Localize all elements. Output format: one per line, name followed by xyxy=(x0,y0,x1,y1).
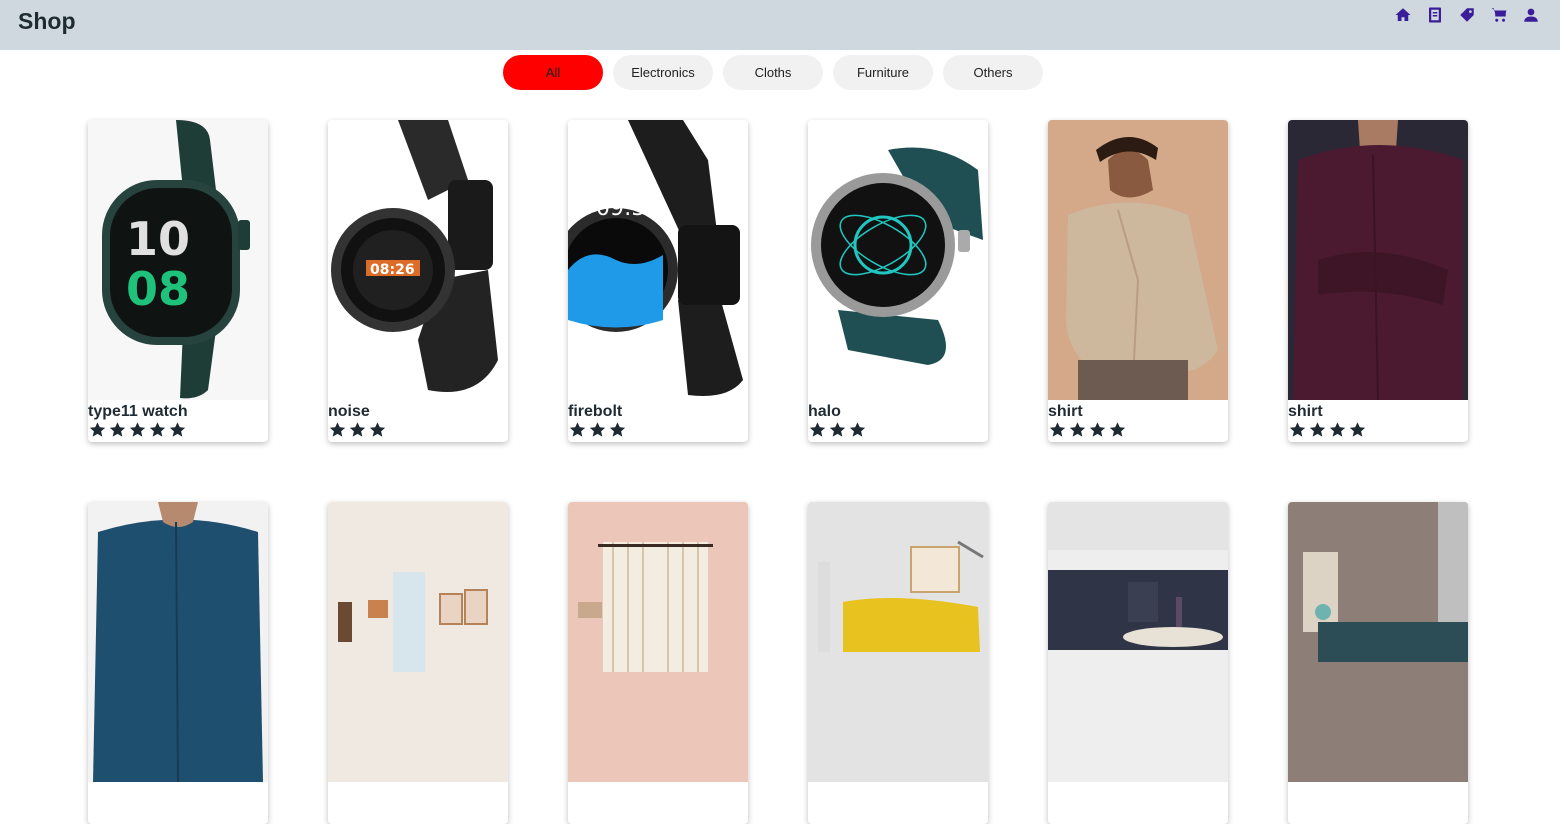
rating-stars xyxy=(1048,421,1127,438)
top-navbar: Shop xyxy=(0,0,1560,50)
product-card[interactable]: shirt xyxy=(1048,120,1228,442)
product-card[interactable] xyxy=(568,502,748,824)
star-icon xyxy=(349,422,366,437)
rating-stars xyxy=(1288,421,1367,438)
star-icon xyxy=(369,422,386,437)
product-name: noise xyxy=(328,403,370,420)
product-image[interactable] xyxy=(1288,502,1468,782)
filter-others[interactable]: Others xyxy=(943,55,1043,90)
user-icon[interactable] xyxy=(1522,6,1540,24)
star-icon xyxy=(1289,422,1306,437)
product-image[interactable] xyxy=(1048,120,1228,400)
star-icon xyxy=(149,422,166,437)
star-icon xyxy=(609,422,626,437)
product-card[interactable]: halo xyxy=(808,120,988,442)
star-icon xyxy=(1069,422,1086,437)
product-image[interactable] xyxy=(808,502,988,782)
svg-text:09:30: 09:30 xyxy=(596,196,659,221)
star-icon xyxy=(1089,422,1106,437)
star-icon xyxy=(1109,422,1126,437)
star-icon xyxy=(129,422,146,437)
product-card[interactable]: 09:30 firebolt xyxy=(568,120,748,442)
product-image[interactable] xyxy=(808,120,988,400)
star-icon xyxy=(329,422,346,437)
brand-title[interactable]: Shop xyxy=(18,8,76,35)
star-icon xyxy=(109,422,126,437)
product-card[interactable]: 08:26 noise xyxy=(328,120,508,442)
category-filters: All Electronics Cloths Furniture Others xyxy=(503,55,1043,90)
contacts-icon[interactable] xyxy=(1426,6,1444,24)
star-icon xyxy=(1329,422,1346,437)
product-image[interactable]: 08:26 xyxy=(328,120,508,400)
product-card[interactable] xyxy=(808,502,988,824)
star-icon xyxy=(569,422,586,437)
star-icon xyxy=(1049,422,1066,437)
svg-text:08:26: 08:26 xyxy=(370,262,415,278)
product-name: type11 watch xyxy=(88,403,188,420)
product-image[interactable] xyxy=(568,502,748,782)
svg-text:08: 08 xyxy=(126,262,190,316)
product-card[interactable] xyxy=(1288,502,1468,824)
product-image[interactable] xyxy=(1288,120,1468,400)
product-image[interactable]: 09:30 xyxy=(568,120,748,400)
star-icon xyxy=(589,422,606,437)
home-icon[interactable] xyxy=(1394,6,1412,24)
product-card[interactable] xyxy=(1048,502,1228,824)
filter-cloths[interactable]: Cloths xyxy=(723,55,823,90)
product-card[interactable] xyxy=(88,502,268,824)
rating-stars xyxy=(568,421,627,438)
product-image[interactable] xyxy=(88,502,268,782)
filter-electronics[interactable]: Electronics xyxy=(613,55,713,90)
star-icon xyxy=(849,422,866,437)
star-icon xyxy=(1309,422,1326,437)
product-image[interactable] xyxy=(328,502,508,782)
rating-stars xyxy=(328,421,387,438)
product-card[interactable] xyxy=(328,502,508,824)
product-name: halo xyxy=(808,403,841,420)
product-image[interactable]: 10 08 xyxy=(88,120,268,400)
star-icon xyxy=(829,422,846,437)
rating-stars xyxy=(808,421,867,438)
filter-furniture[interactable]: Furniture xyxy=(833,55,933,90)
nav-icons xyxy=(1394,6,1540,24)
rating-stars xyxy=(88,421,187,438)
filter-all[interactable]: All xyxy=(503,55,603,90)
star-icon xyxy=(809,422,826,437)
star-icon xyxy=(1349,422,1366,437)
svg-text:10: 10 xyxy=(126,212,190,266)
product-card[interactable]: 10 08 type11 watch xyxy=(88,120,268,442)
tag-icon[interactable] xyxy=(1458,6,1476,24)
star-icon xyxy=(169,422,186,437)
product-image[interactable] xyxy=(1048,502,1228,782)
product-card[interactable]: shirt xyxy=(1288,120,1468,442)
product-name: shirt xyxy=(1288,403,1323,420)
product-name: firebolt xyxy=(568,403,623,420)
product-name: shirt xyxy=(1048,403,1083,420)
star-icon xyxy=(89,422,106,437)
cart-icon[interactable] xyxy=(1490,6,1508,24)
